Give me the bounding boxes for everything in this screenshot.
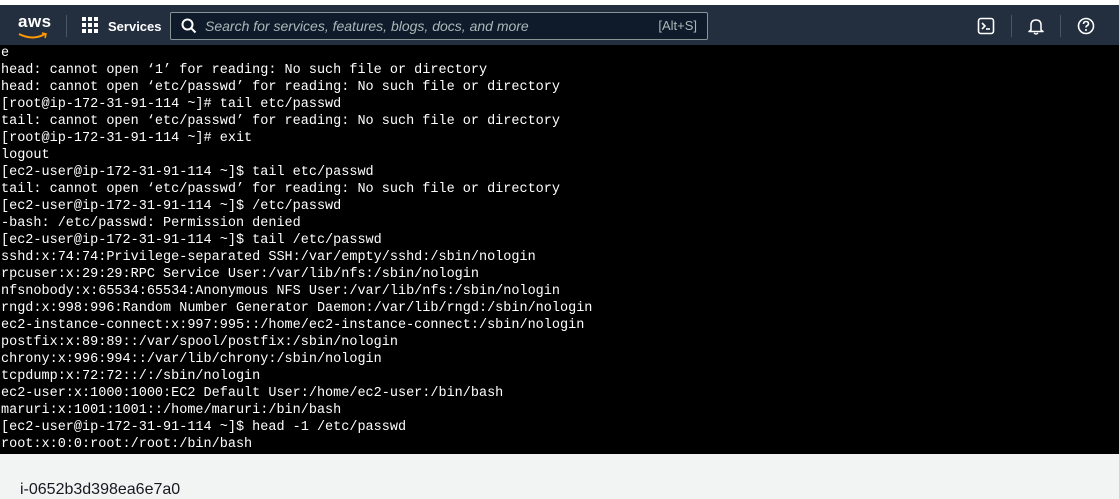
terminal-line: [root@ip-172-31-91-114 ~]# exit — [1, 131, 253, 146]
instance-id-label: i-0652b3d398ea6e7a0 — [20, 481, 181, 498]
terminal-line: [ec2-user@ip-172-31-91-114 ~]$ tail etc/… — [1, 165, 374, 180]
cloudshell-icon[interactable] — [976, 16, 996, 36]
terminal-line: e — [1, 46, 10, 61]
search-box[interactable]: [Alt+S] — [170, 12, 708, 40]
aws-logo-text: aws — [18, 12, 52, 31]
divider — [1060, 15, 1061, 37]
terminal-line: ec2-user:x:1000:1000:EC2 Default User:/h… — [1, 386, 504, 401]
search-shortcut-hint: [Alt+S] — [658, 18, 697, 33]
divider — [1011, 15, 1012, 37]
terminal-line: ec2-instance-connect:x:997:995::/home/ec… — [1, 318, 585, 333]
terminal-line: sshd:x:74:74:Privilege-separated SSH:/va… — [1, 250, 536, 265]
divider — [66, 15, 67, 37]
terminal-line: postfix:x:89:89::/var/spool/postfix:/sbi… — [1, 335, 398, 350]
terminal-line: head: cannot open ‘1’ for reading: No su… — [1, 63, 488, 78]
services-menu-button[interactable]: Services — [82, 14, 162, 38]
bell-icon[interactable] — [1026, 16, 1046, 36]
terminal-line: tcpdump:x:72:72::/:/sbin/nologin — [1, 369, 261, 384]
terminal-line: [ec2-user@ip-172-31-91-114 ~]$ /etc/pass… — [1, 199, 342, 214]
terminal-line: tail: cannot open ‘etc/passwd’ for readi… — [1, 114, 560, 129]
terminal-line: root:x:0:0:root:/root:/bin/bash — [1, 437, 253, 452]
terminal-output[interactable]: e head: cannot open ‘1’ for reading: No s… — [0, 45, 1119, 454]
help-glyph — [1077, 17, 1095, 35]
terminal-line: maruri:x:1001:1001::/home/maruri:/bin/ba… — [1, 403, 342, 418]
services-grid-icon — [82, 17, 100, 35]
services-label: Services — [108, 18, 162, 34]
cloudshell-glyph — [977, 17, 995, 35]
terminal-line: head: cannot open ‘etc/passwd’ for readi… — [1, 80, 560, 95]
aws-logo[interactable]: aws — [16, 10, 52, 40]
terminal-line: chrony:x:996:994::/var/lib/chrony:/sbin/… — [1, 352, 382, 367]
terminal-line: tail: cannot open ‘etc/passwd’ for readi… — [1, 182, 560, 197]
search-icon — [181, 18, 197, 34]
terminal-line: rngd:x:998:996:Random Number Generator D… — [1, 301, 593, 316]
aws-smile-icon — [18, 32, 47, 39]
terminal-line: logout — [1, 148, 50, 163]
terminal-line: rpcuser:x:29:29:RPC Service User:/var/li… — [1, 267, 479, 282]
search-input[interactable] — [205, 13, 625, 39]
terminal-line: nfsnobody:x:65534:65534:Anonymous NFS Us… — [1, 284, 560, 299]
help-icon[interactable] — [1076, 16, 1096, 36]
bell-glyph — [1028, 19, 1044, 35]
aws-top-navigation: aws Services [Alt+S] — [0, 5, 1119, 45]
terminal-line: [ec2-user@ip-172-31-91-114 ~]$ head -1 /… — [1, 420, 407, 435]
terminal-line: -bash: /etc/passwd: Permission denied — [1, 216, 301, 231]
terminal-line: [ec2-user@ip-172-31-91-114 ~]$ tail /etc… — [1, 233, 382, 248]
terminal-line: [root@ip-172-31-91-114 ~]# tail etc/pass… — [1, 97, 342, 112]
